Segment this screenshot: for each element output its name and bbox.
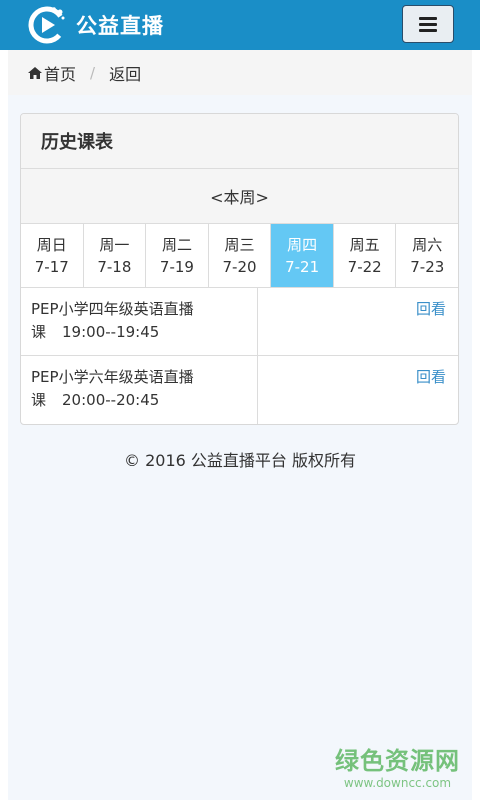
day-name: 周五	[349, 235, 380, 254]
schedule-panel: 历史课表 <本周> 周日 7-17 周一 7-18 周二 7-19 周三 7-2…	[20, 113, 459, 425]
lesson-row: PEP小学六年级英语直播 课 20:00--20:45 回看	[21, 356, 458, 424]
day-tab-sat[interactable]: 周六 7-23	[396, 224, 458, 287]
lesson-time: 20:00--20:45	[62, 391, 160, 409]
day-tab-tue[interactable]: 周二 7-19	[146, 224, 209, 287]
play-logo-icon[interactable]	[28, 6, 66, 44]
panel-title: 历史课表	[21, 114, 458, 169]
breadcrumb-separator: /	[90, 63, 96, 82]
breadcrumb: 首页 / 返回	[8, 50, 472, 95]
day-name: 周日	[36, 235, 67, 254]
week-nav-button[interactable]: <本周>	[21, 169, 458, 224]
breadcrumb-back-link[interactable]: 返回	[109, 61, 141, 85]
replay-link[interactable]: 回看	[416, 300, 446, 318]
lesson-time: 19:00--19:45	[62, 323, 160, 341]
day-tab-thu[interactable]: 周四 7-21	[271, 224, 334, 287]
day-date: 7-20	[222, 257, 257, 276]
day-tabs: 周日 7-17 周一 7-18 周二 7-19 周三 7-20 周四 7-21 …	[21, 224, 458, 288]
day-tab-fri[interactable]: 周五 7-22	[333, 224, 397, 287]
day-tab-wed[interactable]: 周三 7-20	[208, 224, 272, 287]
day-date: 7-22	[347, 257, 382, 276]
home-icon	[28, 66, 42, 79]
day-name: 周二	[161, 235, 192, 254]
day-date: 7-17	[34, 257, 69, 276]
day-name: 周四	[287, 235, 318, 254]
watermark: 绿色资源网 www.downcc.com	[335, 741, 460, 790]
day-name: 周一	[99, 235, 130, 254]
watermark-url: www.downcc.com	[343, 776, 452, 790]
lesson-title: PEP小学四年级英语直播 课 19:00--19:45	[21, 288, 258, 355]
lesson-title: PEP小学六年级英语直播 课 20:00--20:45	[21, 356, 258, 424]
footer-copyright: © 2016 公益直播平台 版权所有	[124, 451, 356, 470]
main-content: 首页 / 返回 历史课表 <本周> 周日 7-17 周一 7-18 周二 7-1…	[8, 50, 472, 800]
day-date: 7-18	[97, 257, 132, 276]
day-date: 7-21	[285, 257, 320, 276]
breadcrumb-home-link[interactable]: 首页	[44, 61, 76, 85]
top-navbar: 公益直播	[0, 0, 480, 50]
watermark-title: 绿色资源网	[335, 747, 460, 775]
replay-link[interactable]: 回看	[416, 368, 446, 386]
day-tab-mon[interactable]: 周一 7-18	[83, 224, 147, 287]
day-tab-sun[interactable]: 周日 7-17	[21, 224, 84, 287]
day-date: 7-19	[159, 257, 194, 276]
day-name: 周三	[224, 235, 255, 254]
hamburger-menu-button[interactable]	[402, 5, 454, 43]
day-date: 7-23	[410, 257, 445, 276]
day-name: 周六	[412, 235, 443, 254]
brand-title[interactable]: 公益直播	[76, 10, 164, 40]
lesson-row: PEP小学四年级英语直播 课 19:00--19:45 回看	[21, 288, 458, 356]
hamburger-menu-icon	[419, 16, 437, 20]
